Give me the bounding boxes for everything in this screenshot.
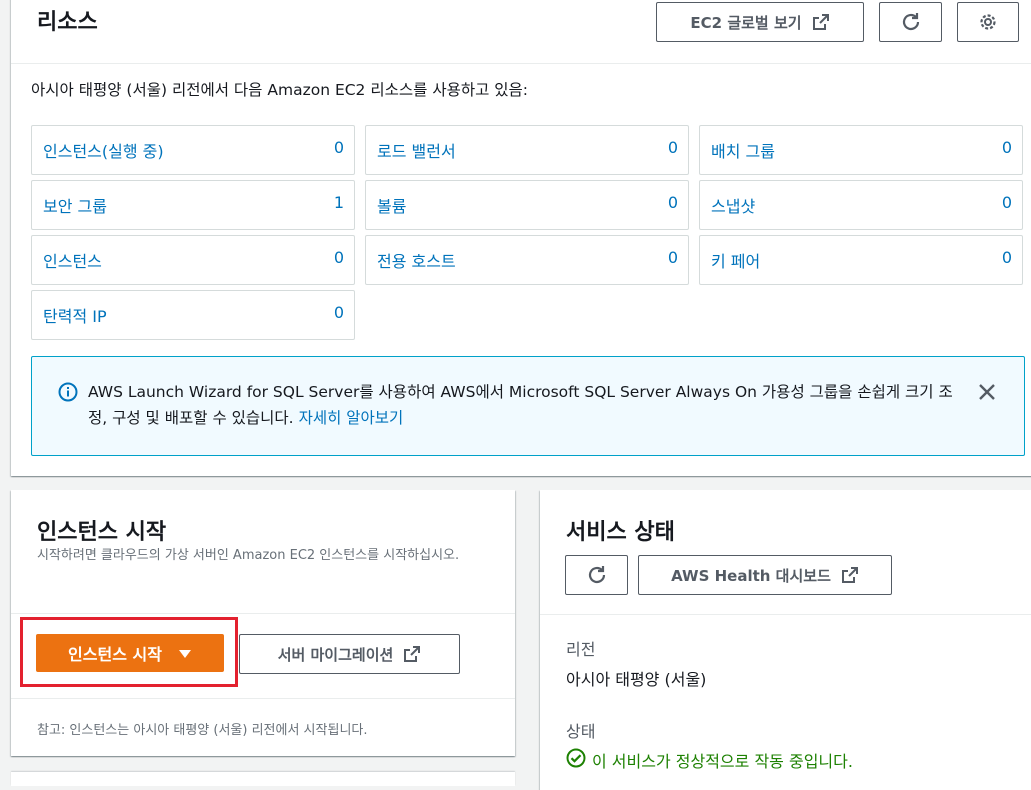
resources-panel: 리소스 EC2 글로벌 보기 아시아 태평양 (서울) 리전에서 다음 Amaz… — [11, 0, 1031, 476]
resource-cell-dedicated-hosts[interactable]: 전용 호스트 0 — [365, 235, 689, 285]
resource-count[interactable]: 0 — [668, 138, 678, 157]
launch-instance-header: 인스턴스 시작 시작하려면 클라우드의 가상 서버인 Amazon EC2 인스… — [11, 490, 515, 614]
info-message: AWS Launch Wizard for SQL Server를 사용하여 A… — [88, 379, 968, 431]
resource-label[interactable]: 키 페어 — [711, 248, 760, 272]
resource-count[interactable]: 0 — [1002, 248, 1012, 267]
resource-count[interactable]: 0 — [1002, 193, 1012, 212]
resources-header: 리소스 EC2 글로벌 보기 — [11, 0, 1031, 64]
aws-health-dashboard-label: AWS Health 대시보드 — [671, 566, 831, 585]
external-link-icon — [841, 566, 859, 584]
close-icon[interactable] — [978, 383, 996, 405]
refresh-icon — [586, 564, 608, 586]
resource-count[interactable]: 0 — [334, 303, 344, 322]
refresh-icon — [900, 11, 922, 33]
launch-instance-title: 인스턴스 시작 — [37, 520, 167, 545]
region-label: 리전 — [566, 640, 596, 659]
status-value: 이 서비스가 정상적으로 작동 중입니다. — [566, 748, 853, 772]
resource-count[interactable]: 0 — [668, 248, 678, 267]
launch-instance-button-label: 인스턴스 시작 — [68, 645, 162, 664]
status-text: 이 서비스가 정상적으로 작동 중입니다. — [592, 752, 853, 771]
resource-cell-instances[interactable]: 인스턴스 0 — [31, 235, 355, 285]
resource-cell-load-balancers[interactable]: 로드 밸런서 0 — [365, 125, 689, 175]
ec2-global-view-label: EC2 글로벌 보기 — [690, 13, 802, 32]
resource-label[interactable]: 스냅샷 — [711, 193, 755, 217]
resource-cell-elastic-ips[interactable]: 탄력적 IP 0 — [31, 290, 355, 340]
settings-button[interactable] — [957, 2, 1019, 42]
resource-cell-running-instances[interactable]: 인스턴스(실행 중) 0 — [31, 125, 355, 175]
resource-label[interactable]: 인스턴스(실행 중) — [43, 138, 164, 162]
launch-instance-description: 시작하려면 클라우드의 가상 서버인 Amazon EC2 인스턴스를 시작하십… — [37, 548, 460, 563]
resource-cell-volumes[interactable]: 볼륨 0 — [365, 180, 689, 230]
resource-cell-placement-groups[interactable]: 배치 그룹 0 — [699, 125, 1023, 175]
launch-region-note: 참고: 인스턴스는 아시아 태평양 (서울) 리전에서 시작됩니다. — [37, 723, 368, 738]
info-message-text: AWS Launch Wizard for SQL Server를 사용하여 A… — [88, 383, 953, 427]
service-health-panel: 서비스 상태 AWS Health 대시보드 리전 아시아 태평양 (서울) 상… — [540, 490, 1031, 790]
region-value: 아시아 태평양 (서울) — [566, 670, 707, 689]
resource-count[interactable]: 0 — [1002, 138, 1012, 157]
next-panel-edge — [11, 772, 515, 786]
launch-instance-panel: 인스턴스 시작 시작하려면 클라우드의 가상 서버인 Amazon EC2 인스… — [11, 490, 515, 756]
ec2-global-view-button[interactable]: EC2 글로벌 보기 — [656, 2, 864, 42]
learn-more-link[interactable]: 자세히 알아보기 — [299, 409, 404, 427]
launch-instance-footer: 참고: 인스턴스는 아시아 태평양 (서울) 리전에서 시작됩니다. — [11, 698, 515, 756]
resource-count[interactable]: 0 — [334, 138, 344, 157]
service-health-title: 서비스 상태 — [566, 520, 675, 545]
resources-title: 리소스 — [37, 10, 98, 35]
divider — [540, 614, 1031, 615]
aws-health-dashboard-button[interactable]: AWS Health 대시보드 — [638, 555, 892, 595]
resource-label[interactable]: 볼륨 — [377, 193, 406, 217]
health-refresh-button[interactable] — [565, 555, 628, 595]
resource-count[interactable]: 0 — [334, 248, 344, 267]
external-link-icon — [812, 13, 830, 31]
resource-cell-key-pairs[interactable]: 키 페어 0 — [699, 235, 1023, 285]
resource-label[interactable]: 로드 밸런서 — [377, 138, 456, 162]
resource-label[interactable]: 탄력적 IP — [43, 303, 107, 327]
launch-wizard-info-alert: AWS Launch Wizard for SQL Server를 사용하여 A… — [31, 356, 1025, 456]
server-migration-label: 서버 마이그레이션 — [277, 645, 394, 664]
resource-count[interactable]: 1 — [334, 193, 344, 212]
server-migration-button[interactable]: 서버 마이그레이션 — [239, 634, 460, 674]
external-link-icon — [403, 645, 421, 663]
check-circle-icon — [566, 748, 586, 772]
resource-count[interactable]: 0 — [668, 193, 678, 212]
refresh-button[interactable] — [879, 2, 942, 42]
resources-description: 아시아 태평양 (서울) 리전에서 다음 Amazon EC2 리소스를 사용하… — [31, 81, 529, 99]
resource-cell-snapshots[interactable]: 스냅샷 0 — [699, 180, 1023, 230]
resource-label[interactable]: 배치 그룹 — [711, 138, 775, 162]
caret-down-icon — [178, 644, 192, 663]
resource-label[interactable]: 전용 호스트 — [377, 248, 456, 272]
gear-icon — [978, 12, 998, 32]
resource-cell-security-groups[interactable]: 보안 그룹 1 — [31, 180, 355, 230]
resource-label[interactable]: 보안 그룹 — [43, 193, 107, 217]
status-label: 상태 — [566, 722, 596, 741]
launch-instance-button[interactable]: 인스턴스 시작 — [36, 634, 224, 672]
resource-label[interactable]: 인스턴스 — [43, 248, 102, 272]
info-icon — [58, 382, 78, 406]
